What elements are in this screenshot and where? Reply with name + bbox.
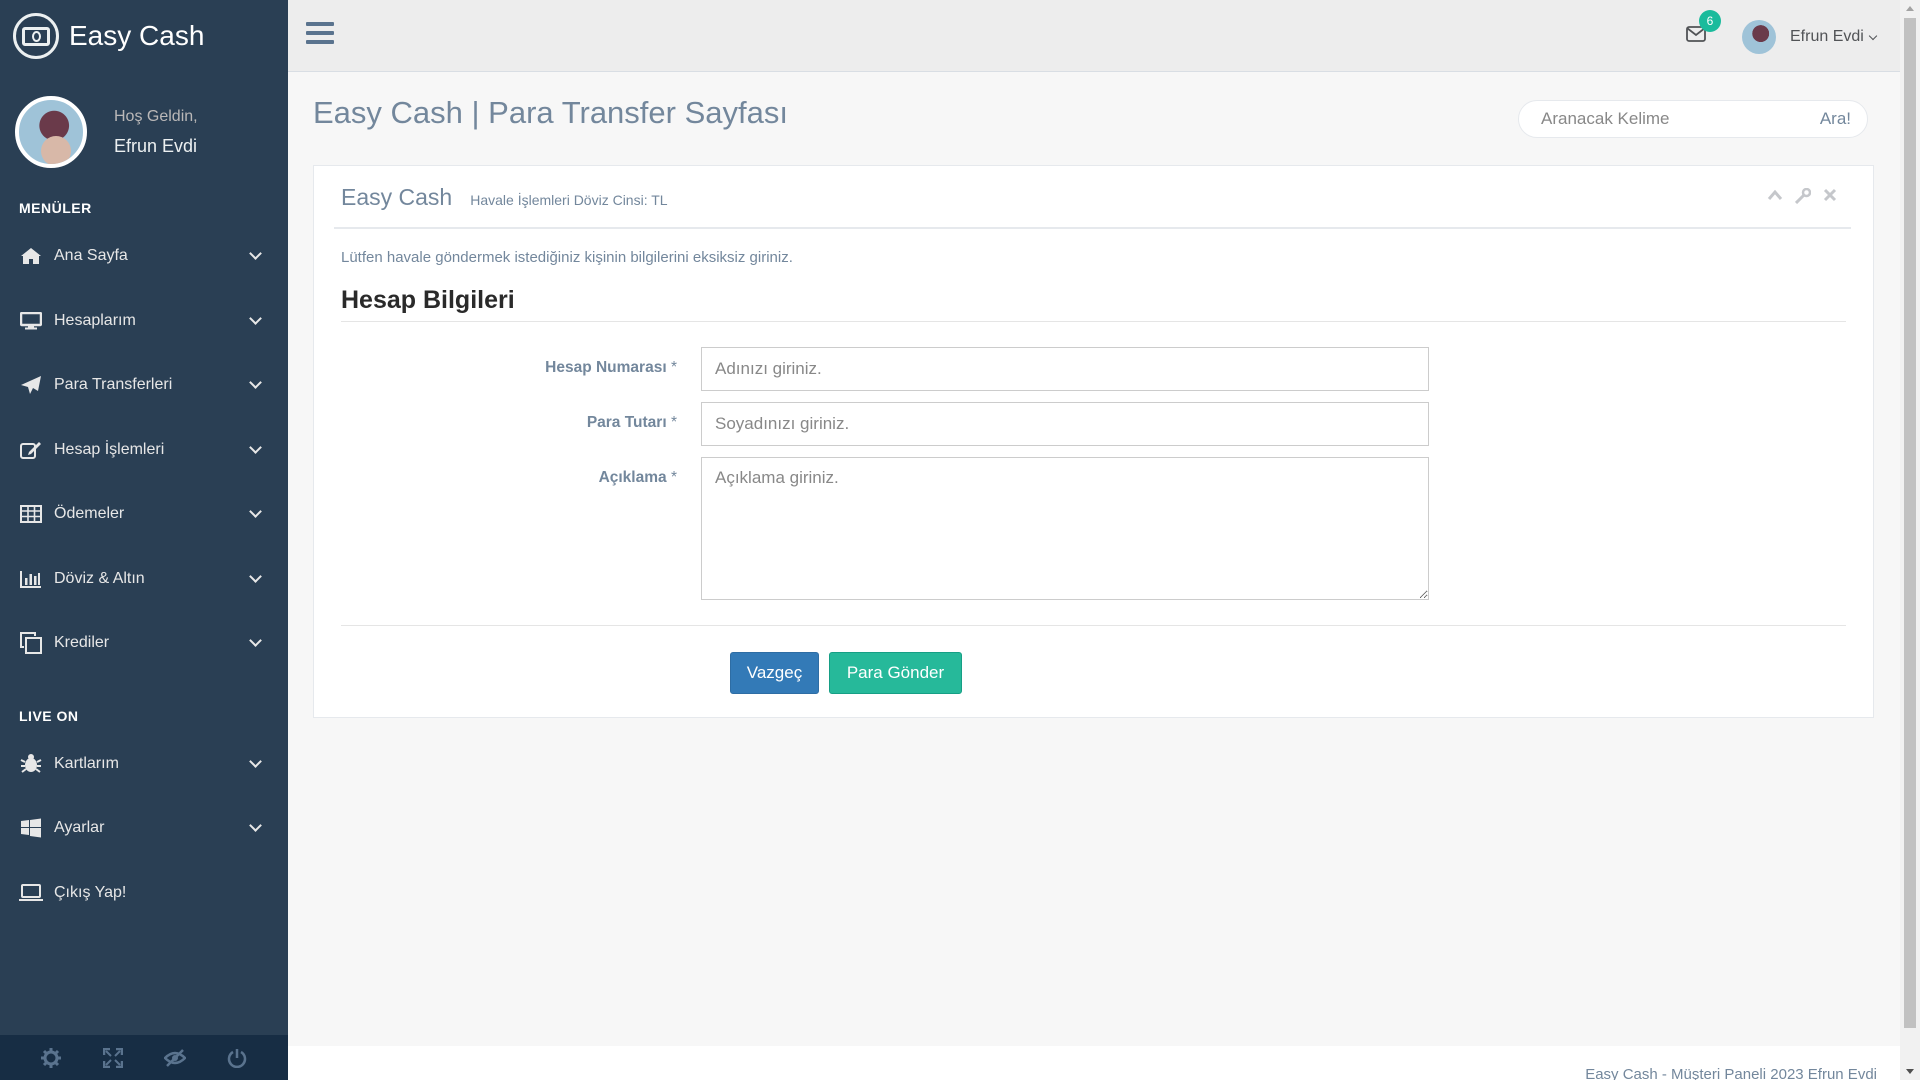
panel-toolbox [1767, 187, 1837, 208]
page-title: Easy Cash | Para Transfer Sayfası [313, 95, 788, 130]
sidebar-item-label: Kartlarım [54, 754, 119, 772]
laptop-icon [18, 882, 44, 904]
sidebar-item-label: Para Transferleri [54, 376, 173, 394]
description-label: Açıklama * [598, 469, 677, 486]
mail-count-badge: 6 [1699, 10, 1721, 32]
sidebar-item-label: Döviz & Altın [54, 569, 145, 587]
sidebar-item-kartlarim[interactable]: Kartlarım [0, 732, 288, 797]
chevron-down-icon [249, 569, 262, 583]
lock-icon[interactable] [144, 1048, 206, 1068]
section-title-live-on: LIVE ON [19, 707, 79, 724]
power-icon[interactable] [206, 1048, 268, 1068]
divider [334, 227, 1851, 229]
fullscreen-icon[interactable] [82, 1047, 144, 1068]
chevron-down-icon [249, 376, 262, 390]
scroll-up-icon[interactable] [1906, 6, 1914, 11]
sidebar-item-hesaplarim[interactable]: Hesaplarım [0, 289, 288, 354]
sidebar-item-label: Hesaplarım [54, 311, 136, 329]
sidebar-item-label: Ana Sayfa [54, 247, 128, 265]
wrench-icon[interactable] [1794, 187, 1812, 208]
form-row-account: Hesap Numarası * [341, 347, 1429, 391]
chevron-down-icon [249, 311, 262, 325]
footer-text: Easy Cash - Müşteri Paneli 2023 Efrun Ev… [1585, 1066, 1877, 1080]
brand[interactable]: Easy Cash [0, 0, 288, 72]
cancel-button[interactable]: Vazgeç [730, 652, 819, 694]
bar-chart-icon [18, 568, 44, 590]
edit-icon [18, 439, 44, 461]
bug-icon [18, 753, 44, 775]
close-icon[interactable] [1823, 188, 1837, 208]
section-heading: Hesap Bilgileri [341, 286, 515, 314]
footer: Easy Cash - Müşteri Paneli 2023 Efrun Ev… [288, 1046, 1900, 1080]
chevron-down-icon [249, 819, 262, 833]
sidebar-menu: Ana Sayfa Hesaplarım Para Transferleri H… [0, 224, 288, 676]
profile-name: Efrun Evdi [114, 135, 198, 156]
user-menu[interactable]: Efrun Evdi [1742, 20, 1878, 54]
desktop-icon [18, 310, 44, 332]
chevron-down-icon [249, 247, 262, 261]
brand-title: Easy Cash [69, 20, 205, 51]
settings-icon[interactable] [20, 1047, 82, 1068]
sidebar-menu-live: Kartlarım Ayarlar Çıkış Yap! [0, 732, 288, 926]
sidebar-item-para-transferleri[interactable]: Para Transferleri [0, 353, 288, 418]
chevron-down-icon [249, 754, 262, 768]
sidebar-item-label: Ödemeler [54, 505, 125, 523]
top-navbar: 6 Efrun Evdi [288, 0, 1900, 72]
home-icon [18, 245, 44, 267]
sidebar-item-ana-sayfa[interactable]: Ana Sayfa [0, 224, 288, 289]
avatar [15, 96, 87, 168]
menu-toggle-icon[interactable] [306, 22, 334, 49]
search-button[interactable]: Ara! [1820, 109, 1851, 129]
sidebar-item-label: Ayarlar [54, 819, 105, 837]
search-input[interactable] [1519, 109, 1799, 129]
sidebar-item-label: Çıkış Yap! [54, 883, 127, 901]
chevron-down-icon [1868, 31, 1878, 40]
divider [341, 625, 1846, 626]
sidebar-item-krediler[interactable]: Krediler [0, 611, 288, 676]
money-icon [13, 13, 59, 59]
sidebar-item-odemeler[interactable]: Ödemeler [0, 482, 288, 547]
panel-title: Easy Cash Havale İşlemleri Döviz Cinsi: … [341, 184, 668, 211]
scroll-down-icon[interactable] [1906, 1069, 1914, 1074]
welcome-text: Hoş Geldin, [114, 107, 198, 125]
sidebar: Easy Cash Hoş Geldin, Efrun Evdi MENÜLER… [0, 0, 288, 1080]
amount-label: Para Tutarı * [586, 414, 677, 431]
sidebar-item-label: Krediler [54, 634, 110, 652]
sidebar-item-cikis[interactable]: Çıkış Yap! [0, 861, 288, 926]
sidebar-item-doviz-altin[interactable]: Döviz & Altın [0, 547, 288, 612]
clone-icon [18, 632, 44, 655]
windows-icon [18, 817, 44, 839]
scrollbar[interactable] [1900, 0, 1920, 1080]
chevron-down-icon [249, 634, 262, 648]
profile: Hoş Geldin, Efrun Evdi [0, 72, 288, 192]
divider [341, 321, 1846, 322]
sidebar-item-hesap-islemleri[interactable]: Hesap İşlemleri [0, 418, 288, 483]
sidebar-item-label: Hesap İşlemleri [54, 440, 165, 458]
account-label: Hesap Numarası * [545, 359, 677, 376]
panel-heading: Easy Cash [341, 184, 453, 210]
search-group: Ara! [1518, 100, 1868, 138]
sidebar-item-ayarlar[interactable]: Ayarlar [0, 796, 288, 861]
user-name: Efrun Evdi [1790, 28, 1864, 45]
amount-field[interactable] [701, 402, 1429, 446]
chevron-down-icon [249, 440, 262, 454]
section-title-menu: MENÜLER [19, 200, 92, 216]
table-icon [18, 503, 44, 525]
panel-subtitle: Havale İşlemleri Döviz Cinsi: TL [470, 192, 668, 208]
form-row-amount: Para Tutarı * [341, 402, 1429, 446]
paper-plane-icon [18, 374, 44, 396]
description-field[interactable] [701, 457, 1429, 600]
account-number-field[interactable] [701, 347, 1429, 391]
sidebar-footer [0, 1035, 288, 1080]
chevron-up-icon[interactable] [1767, 188, 1783, 208]
intro-text: Lütfen havale göndermek istediğiniz kişi… [341, 249, 793, 266]
avatar [1742, 20, 1776, 54]
send-money-button[interactable]: Para Gönder [829, 652, 962, 694]
transfer-panel: Easy Cash Havale İşlemleri Döviz Cinsi: … [313, 165, 1874, 718]
chevron-down-icon [249, 505, 262, 519]
scroll-thumb[interactable] [1904, 18, 1916, 1028]
form-row-description: Açıklama * [341, 457, 1429, 600]
